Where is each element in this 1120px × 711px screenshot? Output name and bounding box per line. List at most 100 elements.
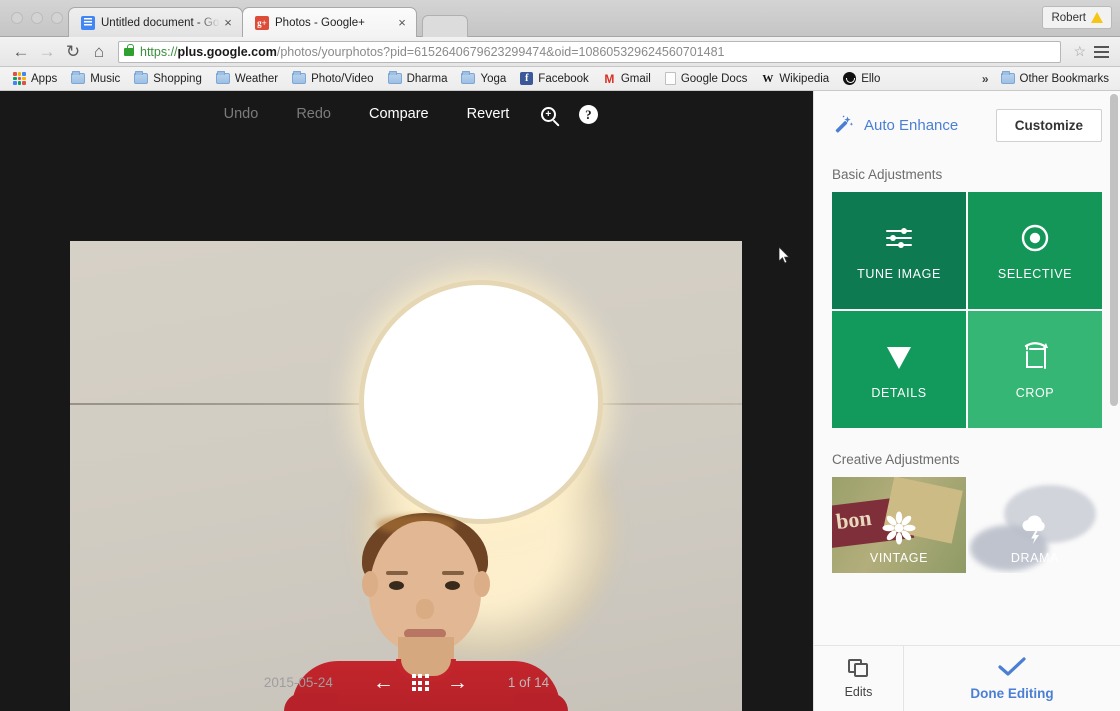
photo-counter: 1 of 14: [486, 675, 549, 690]
profile-chip[interactable]: Robert: [1042, 6, 1112, 29]
reload-button[interactable]: ↻: [60, 40, 86, 64]
photo-navigation-bar: 2015-05-24 ← → 1 of 14: [0, 654, 813, 711]
photo-subject-eye-right: [445, 581, 460, 590]
edits-button[interactable]: Edits: [814, 646, 904, 711]
window-traffic-lights: [11, 12, 63, 24]
bookmark-label: Dharma: [407, 73, 448, 85]
bookmark-yoga[interactable]: Yoga: [454, 73, 513, 85]
edit-toolbar: Undo Redo Compare Revert + ?: [0, 91, 813, 137]
folder-icon: [216, 73, 230, 84]
facebook-icon: f: [520, 72, 533, 85]
customize-button[interactable]: Customize: [996, 109, 1102, 142]
panel-scrollbar[interactable]: [1109, 91, 1119, 711]
bookmark-label: Music: [90, 73, 120, 85]
tile-vintage[interactable]: bon: [832, 477, 966, 573]
revert-button[interactable]: Revert: [448, 106, 529, 122]
tile-drama[interactable]: DRAMA: [968, 477, 1102, 573]
close-icon[interactable]: ×: [220, 15, 236, 30]
bookmark-label: Ello: [861, 73, 880, 85]
maximize-window-button[interactable]: [51, 12, 63, 24]
compare-button[interactable]: Compare: [350, 106, 448, 122]
next-photo-button[interactable]: →: [429, 672, 486, 693]
tile-details[interactable]: DETAILS: [832, 311, 966, 428]
bookmark-music[interactable]: Music: [64, 73, 127, 85]
bookmark-apps[interactable]: Apps: [6, 72, 64, 85]
tile-selective[interactable]: SELECTIVE: [968, 192, 1102, 309]
minimize-window-button[interactable]: [31, 12, 43, 24]
panel-footer: Edits Done Editing: [814, 645, 1120, 711]
folder-icon: [461, 73, 475, 84]
profile-name: Robert: [1051, 12, 1086, 24]
triangle-down-icon: [882, 340, 916, 374]
zoom-in-button[interactable]: +: [528, 107, 568, 122]
bookmarks-overflow-icon[interactable]: »: [977, 72, 994, 86]
done-editing-button[interactable]: Done Editing: [904, 646, 1120, 711]
folder-icon: [71, 73, 85, 84]
bookmark-dharma[interactable]: Dharma: [381, 73, 455, 85]
tile-label: VINTAGE: [870, 551, 928, 565]
url-host: plus.google.com: [178, 45, 277, 59]
bookmark-wikipedia[interactable]: W Wikipedia: [754, 72, 836, 85]
bookmark-other-bookmarks[interactable]: Other Bookmarks: [994, 73, 1116, 85]
bookmark-label: Gmail: [621, 73, 651, 85]
bookmark-photo-video[interactable]: Photo/Video: [285, 73, 380, 85]
done-editing-label: Done Editing: [970, 686, 1053, 701]
crop-rotate-icon: [1018, 340, 1052, 374]
photo-stage: Undo Redo Compare Revert + ?: [0, 91, 813, 711]
previous-photo-button[interactable]: ←: [355, 672, 412, 693]
auto-enhance-label[interactable]: Auto Enhance: [864, 117, 986, 134]
photo-round-light: [364, 285, 598, 519]
warning-triangle-icon: [1091, 12, 1103, 23]
help-button[interactable]: ?: [568, 105, 608, 124]
layers-icon: [848, 659, 870, 679]
check-icon: [997, 657, 1027, 682]
close-icon[interactable]: ×: [394, 15, 410, 30]
tile-label: SELECTIVE: [998, 267, 1072, 281]
creative-adjustments-grid: bon: [832, 477, 1102, 573]
url-text: https://plus.google.com/photos/yourphoto…: [140, 45, 725, 59]
target-dot-icon: [1018, 221, 1052, 255]
new-tab-button[interactable]: [422, 15, 468, 37]
photo-subject-brow-left: [386, 571, 408, 575]
bookmark-label: Google Docs: [681, 73, 747, 85]
mouse-cursor: [779, 247, 791, 265]
redo-button[interactable]: Redo: [277, 106, 350, 122]
bookmark-facebook[interactable]: f Facebook: [513, 72, 596, 85]
bookmark-gmail[interactable]: M Gmail: [596, 72, 658, 85]
wikipedia-icon: W: [761, 72, 774, 85]
address-bar[interactable]: https://plus.google.com/photos/yourphoto…: [118, 41, 1061, 63]
tab-untitled-document[interactable]: Untitled document - Goog ×: [68, 7, 243, 37]
forward-button[interactable]: →: [34, 40, 60, 64]
bookmark-star-icon[interactable]: ☆: [1073, 43, 1086, 60]
tile-label: DETAILS: [871, 386, 926, 400]
bookmark-google-docs[interactable]: Google Docs: [658, 72, 754, 85]
bookmark-label: Other Bookmarks: [1020, 73, 1109, 85]
google-plus-icon: g+: [255, 16, 269, 30]
bookmark-label: Photo/Video: [311, 73, 373, 85]
panel-scrollbar-thumb[interactable]: [1110, 94, 1118, 406]
close-window-button[interactable]: [11, 12, 23, 24]
tab-title: Untitled document - Goog: [101, 17, 220, 29]
zoom-in-icon: +: [541, 107, 556, 122]
bookmark-label: Apps: [31, 73, 57, 85]
folder-icon: [292, 73, 306, 84]
bookmark-weather[interactable]: Weather: [209, 73, 285, 85]
storm-cloud-icon: [1018, 511, 1052, 545]
tile-tune-image[interactable]: TUNE IMAGE: [832, 192, 966, 309]
tab-photos-google-plus[interactable]: g+ Photos - Google+ ×: [242, 7, 417, 37]
back-button[interactable]: ←: [8, 40, 34, 64]
photo-canvas[interactable]: [70, 241, 742, 711]
url-path: /photos/yourphotos?pid=61526406796232994…: [277, 45, 725, 59]
grid-view-icon[interactable]: [412, 674, 429, 691]
edits-label: Edits: [845, 685, 873, 699]
gmail-icon: M: [603, 72, 616, 85]
home-button[interactable]: ⌂: [86, 40, 112, 64]
undo-button[interactable]: Undo: [205, 106, 278, 122]
apps-grid-icon: [13, 72, 26, 85]
page-icon: [665, 72, 676, 85]
bookmark-ello[interactable]: Ello: [836, 72, 887, 85]
lock-icon: [124, 48, 134, 56]
tile-crop[interactable]: CROP: [968, 311, 1102, 428]
chrome-menu-button[interactable]: [1090, 46, 1112, 58]
bookmark-shopping[interactable]: Shopping: [127, 73, 209, 85]
